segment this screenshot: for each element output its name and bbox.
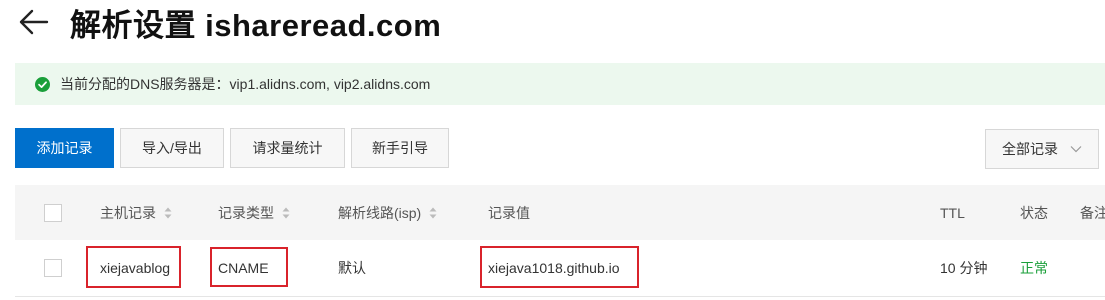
page-title: 解析设置 ishareread.com (70, 7, 442, 43)
column-header-type[interactable]: 记录类型 (218, 185, 290, 240)
request-stats-button[interactable]: 请求量统计 (230, 128, 345, 168)
host-highlight-box (86, 246, 181, 288)
sort-icon[interactable] (429, 207, 437, 219)
dns-records-table: 主机记录 记录类型 解析线路(isp) 记录值 TTL 状态 备注 xiejav… (15, 185, 1105, 297)
column-header-type-label: 记录类型 (218, 204, 274, 221)
column-header-remark: 备注 (1080, 204, 1105, 221)
table-row: xiejavablog CNAME 默认 xiejava1018.github.… (15, 240, 1105, 297)
row-select-cell (44, 240, 62, 296)
column-header-value: 记录值 (488, 204, 530, 221)
column-header-host-label: 主机记录 (100, 204, 156, 221)
column-header-ttl: TTL (940, 204, 965, 221)
record-filter-value: 全部记录 (1002, 141, 1058, 157)
select-all-checkbox[interactable] (44, 203, 62, 222)
type-highlight-box (210, 247, 288, 287)
beginner-guide-button[interactable]: 新手引导 (351, 128, 449, 168)
notice-text: 当前分配的DNS服务器是：vip1.alidns.com, vip2.alidn… (60, 76, 431, 92)
status-cell: 正常 (1020, 260, 1048, 276)
column-header-line-label: 解析线路(isp) (338, 204, 422, 221)
line-cell: 默认 (338, 260, 366, 276)
ttl-cell: 10 分钟 (940, 260, 988, 276)
import-export-button[interactable]: 导入/导出 (120, 128, 224, 168)
record-filter-select[interactable]: 全部记录 (985, 129, 1099, 169)
add-record-button[interactable]: 添加记录 (15, 128, 114, 168)
column-header-line[interactable]: 解析线路(isp) (338, 185, 437, 240)
column-header-host[interactable]: 主机记录 (100, 185, 172, 240)
select-all-cell (44, 185, 62, 240)
chevron-down-icon (1070, 146, 1082, 153)
row-checkbox[interactable] (44, 259, 62, 277)
toolbar: 添加记录 导入/导出 请求量统计 新手引导 (15, 128, 455, 168)
page-header: 解析设置 ishareread.com (18, 0, 441, 44)
check-circle-icon (35, 76, 50, 92)
sort-icon[interactable] (282, 207, 290, 219)
dns-notice: 当前分配的DNS服务器是：vip1.alidns.com, vip2.alidn… (15, 63, 1105, 105)
value-highlight-box (480, 246, 639, 288)
sort-icon[interactable] (164, 207, 172, 219)
column-header-status: 状态 (1020, 204, 1048, 221)
back-arrow-icon[interactable] (18, 6, 50, 38)
table-header: 主机记录 记录类型 解析线路(isp) 记录值 TTL 状态 备注 (15, 185, 1105, 240)
